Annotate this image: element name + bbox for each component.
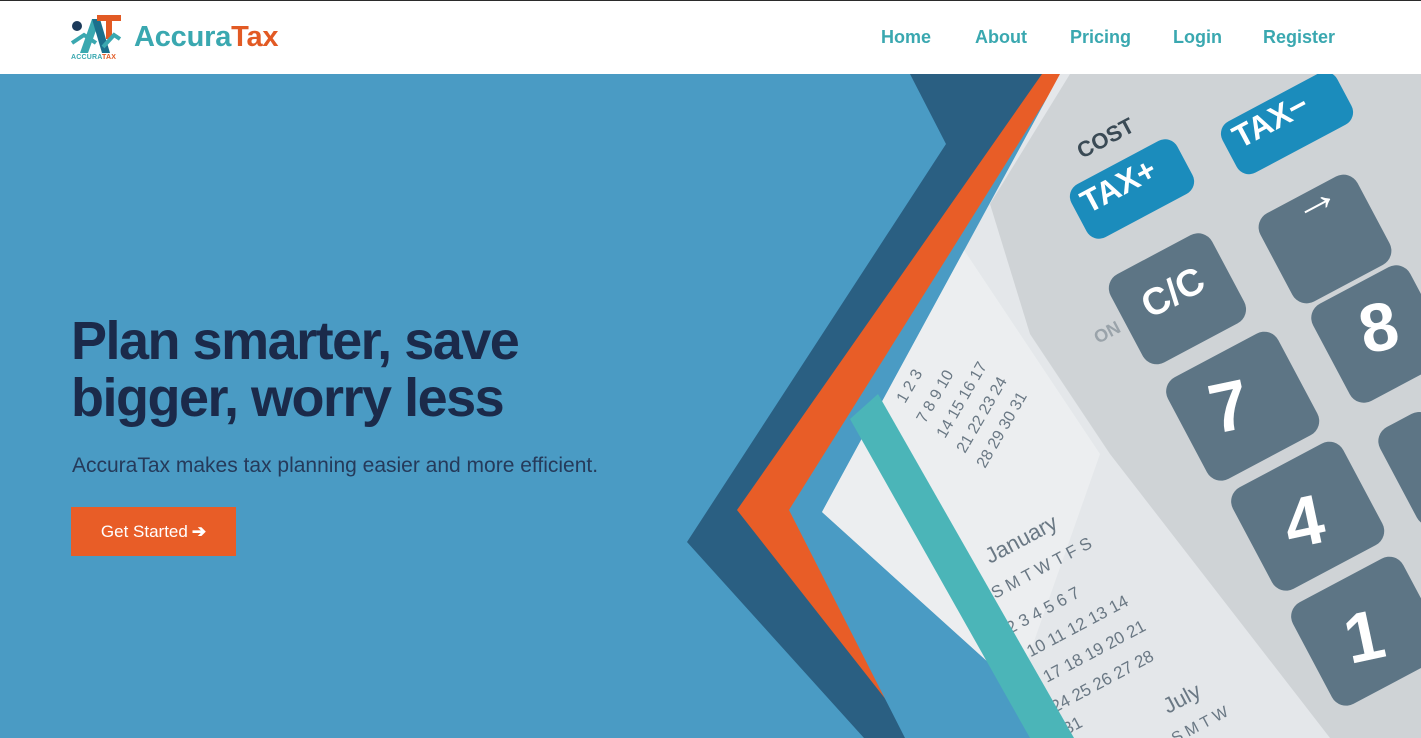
hero-subtitle: AccuraTax makes tax planning easier and …: [72, 454, 599, 477]
logo-subtext: ACCURATAX: [71, 54, 117, 61]
nav-login[interactable]: Login: [1173, 27, 1222, 48]
logo-mark-icon: ACCURATAX: [70, 13, 124, 65]
brand-wordmark: AccuraTax: [134, 21, 279, 54]
arrow-right-icon: ➔: [191, 521, 207, 541]
brand-logo[interactable]: ACCURATAX AccuraTax: [70, 13, 300, 65]
hero-section: January S M T W T F S 2 3 4 5 6 7 9 10 1…: [0, 74, 1421, 738]
site-header: ACCURATAX AccuraTax Home About Pricing L…: [0, 1, 1421, 74]
get-started-button[interactable]: Get Started ➔: [71, 507, 236, 556]
brand-name-accura: Accura: [134, 21, 232, 53]
brand-name-tax: Tax: [231, 21, 279, 53]
hero-headline: Plan smarter, save bigger, worry less: [71, 311, 520, 428]
nav-pricing[interactable]: Pricing: [1070, 27, 1131, 48]
nav-register[interactable]: Register: [1263, 27, 1335, 48]
nav-about[interactable]: About: [975, 27, 1027, 48]
get-started-label: Get Started: [100, 521, 188, 541]
nav-home[interactable]: Home: [881, 27, 931, 48]
